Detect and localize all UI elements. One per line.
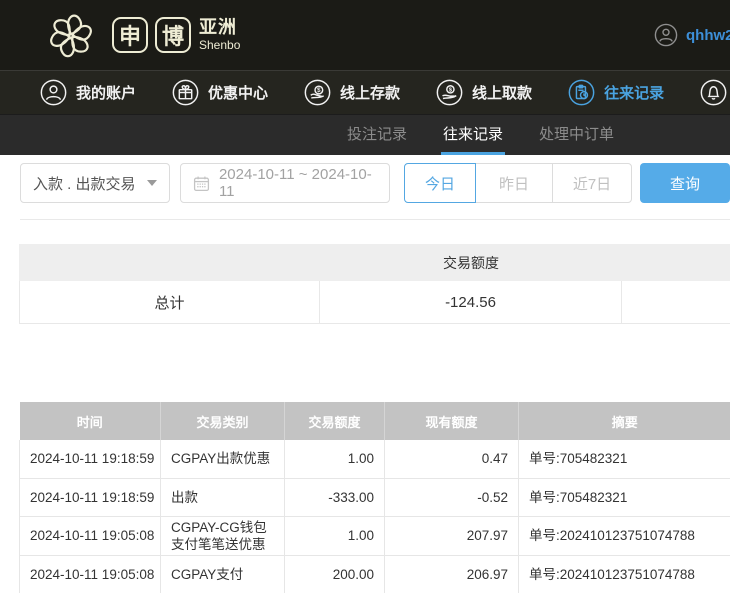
caret-down-icon	[147, 180, 157, 186]
table-row: 2024-10-11 19:05:08 CGPAY支付 200.00 206.9…	[20, 555, 730, 593]
date-range-input[interactable]: 2024-10-11 ~ 2024-10-11	[180, 163, 390, 203]
username[interactable]: qhhw2	[686, 27, 730, 44]
user-account[interactable]: qhhw2	[654, 0, 730, 70]
tab-pending-orders[interactable]: 处理中订单	[537, 115, 616, 155]
cell-summary: 单号:202410123751074788	[519, 555, 730, 593]
bell-icon	[700, 79, 727, 106]
nav-item-deposit[interactable]: $ 线上存款	[304, 79, 400, 106]
table-row: 2024-10-11 19:18:59 出款 -333.00 -0.52 单号:…	[20, 478, 730, 516]
transaction-type-select[interactable]: 入款 . 出款交易	[20, 163, 170, 203]
nav-item-transaction-records[interactable]: 往来记录	[568, 79, 664, 106]
cell-time: 2024-10-11 19:05:08	[20, 555, 161, 593]
withdraw-coin-icon: $	[436, 79, 463, 106]
main-nav: 我的账户 优惠中心 $ 线上存款 $ 线上取款 往来记录	[0, 70, 730, 114]
cell-time: 2024-10-11 19:18:59	[20, 440, 161, 478]
nav-label: 优惠中心	[208, 82, 268, 103]
cell-amount: -333.00	[285, 478, 385, 516]
summary-total-value: -124.56	[320, 281, 622, 324]
user-circle-icon	[40, 79, 67, 106]
summary-table: 交易额度 总计 -124.56	[19, 244, 730, 324]
cell-balance: 0.47	[385, 440, 519, 478]
cell-type: CGPAY出款优惠	[161, 440, 285, 478]
cell-balance: -0.52	[385, 478, 519, 516]
col-time: 时间	[20, 402, 161, 440]
last-7-days-button[interactable]: 近7日	[552, 163, 632, 203]
summary-header-label: 交易额度	[320, 253, 622, 273]
nav-label: 我的账户	[76, 82, 136, 103]
nav-item-promotions[interactable]: 优惠中心	[172, 79, 268, 106]
deposit-coin-icon: $	[304, 79, 331, 106]
date-range-value: 2024-10-11 ~ 2024-10-11	[219, 166, 377, 200]
quick-date-group: 今日 昨日 近7日	[404, 163, 632, 203]
nav-label: 线上存款	[340, 82, 400, 103]
filter-divider	[20, 219, 730, 220]
summary-total-label: 总计	[19, 281, 320, 324]
filter-bar: 入款 . 出款交易 2024-10-11 ~ 2024-10-11 今日 昨日 …	[0, 155, 730, 203]
yesterday-button[interactable]: 昨日	[475, 163, 553, 203]
top-header: 申 博 亚洲 Shenbo qhhw2	[0, 0, 730, 70]
cell-balance: 207.97	[385, 516, 519, 555]
transactions-table: 时间 交易类别 交易额度 现有额度 摘要 2024-10-11 19:18:59…	[19, 402, 730, 593]
table-row: 2024-10-11 19:05:08 CGPAY-CG钱包支付笔笔送优惠 1.…	[20, 516, 730, 555]
cell-summary: 单号:705482321	[519, 440, 730, 478]
gift-icon	[172, 79, 199, 106]
brand-name-boxes: 申 博	[112, 17, 191, 53]
cell-time: 2024-10-11 19:05:08	[20, 516, 161, 555]
col-summary: 摘要	[519, 402, 730, 440]
tab-transaction-records[interactable]: 往来记录	[441, 115, 505, 155]
nav-label: 线上取款	[472, 82, 532, 103]
cell-amount: 200.00	[285, 555, 385, 593]
cell-summary: 单号:705482321	[519, 478, 730, 516]
nav-item-messages[interactable]: 信息	[700, 79, 730, 106]
cell-type: CGPAY-CG钱包支付笔笔送优惠	[161, 516, 285, 555]
summary-total-row: 总计 -124.56	[19, 281, 730, 324]
brand-char-shen: 申	[112, 17, 148, 53]
cell-amount: 1.00	[285, 516, 385, 555]
search-button[interactable]: 查询	[640, 163, 730, 203]
today-button[interactable]: 今日	[404, 163, 476, 203]
cell-balance: 206.97	[385, 555, 519, 593]
nav-item-my-account[interactable]: 我的账户	[40, 79, 136, 106]
table-header-row: 时间 交易类别 交易额度 现有额度 摘要	[20, 402, 730, 440]
cell-type: CGPAY支付	[161, 555, 285, 593]
cell-amount: 1.00	[285, 440, 385, 478]
cell-time: 2024-10-11 19:18:59	[20, 478, 161, 516]
summary-header-row: 交易额度	[19, 244, 730, 281]
col-amount: 交易额度	[285, 402, 385, 440]
cell-summary: 单号:202410123751074788	[519, 516, 730, 555]
tab-bet-records[interactable]: 投注记录	[345, 115, 409, 155]
brand-logo[interactable]: 申 博 亚洲 Shenbo	[42, 6, 240, 64]
flower-logo-icon	[42, 6, 100, 64]
calendar-icon	[193, 175, 210, 192]
nav-label: 往来记录	[604, 82, 664, 103]
clipboard-clock-icon	[568, 79, 595, 106]
brand-region: 亚洲	[199, 18, 240, 37]
col-type: 交易类别	[161, 402, 285, 440]
record-tabs: 投注记录 往来记录 处理中订单	[0, 114, 730, 155]
brand-subtitle: Shenbo	[199, 39, 240, 52]
brand-char-bo: 博	[155, 17, 191, 53]
user-avatar-icon	[654, 23, 678, 47]
transaction-type-value: 入款 . 出款交易	[33, 173, 136, 194]
col-balance: 现有额度	[385, 402, 519, 440]
cell-type: 出款	[161, 478, 285, 516]
nav-item-withdraw[interactable]: $ 线上取款	[436, 79, 532, 106]
table-row: 2024-10-11 19:18:59 CGPAY出款优惠 1.00 0.47 …	[20, 440, 730, 478]
